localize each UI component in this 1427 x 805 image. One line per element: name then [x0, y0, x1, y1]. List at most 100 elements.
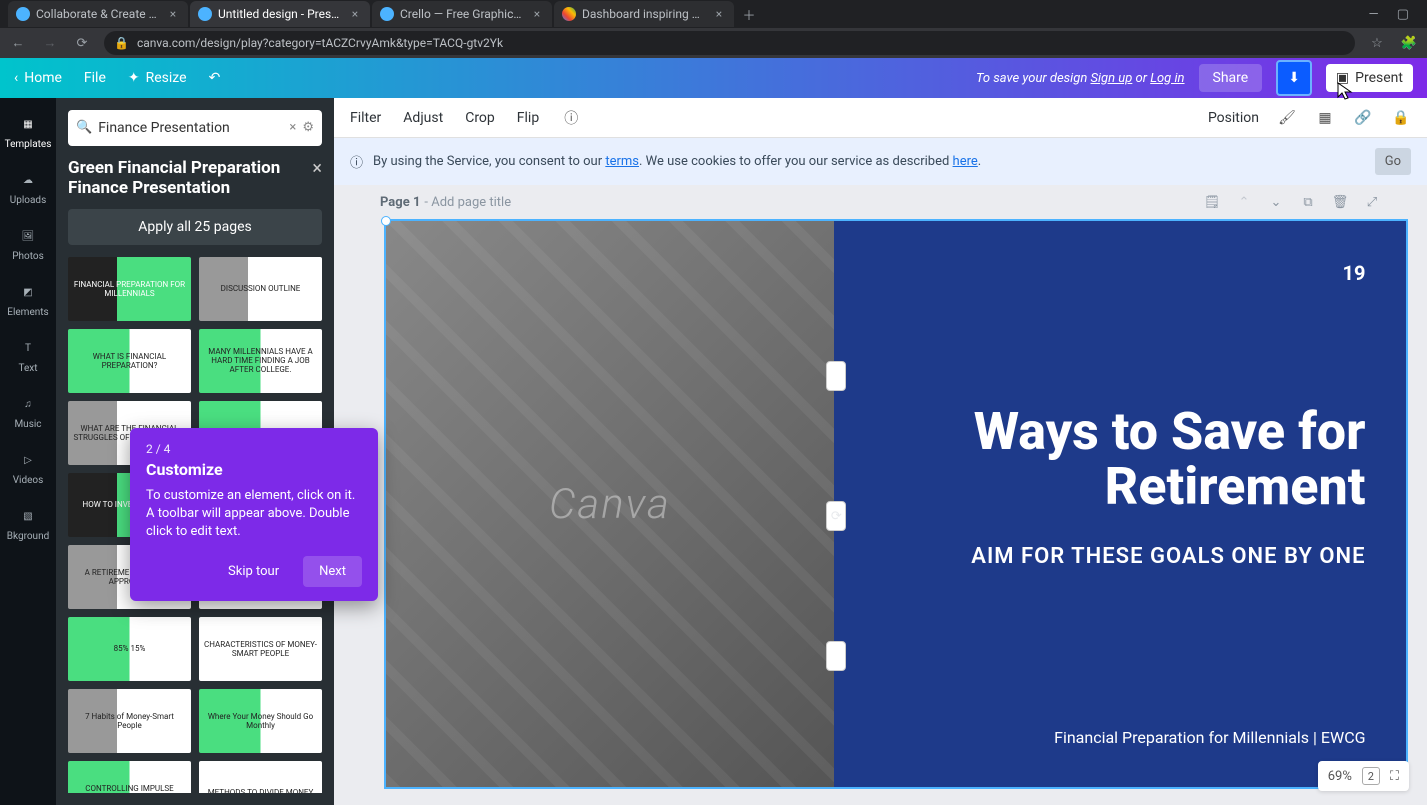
slide-image[interactable]: Canva — [386, 221, 835, 787]
template-thumb[interactable]: METHODS TO DIVIDE MONEY — [199, 761, 322, 793]
banner-dismiss[interactable]: Go — [1375, 148, 1411, 175]
file-button[interactable]: File — [84, 70, 106, 86]
clear-icon[interactable]: × — [289, 120, 296, 135]
tab-title: Untitled design - Presentation (1 — [218, 7, 342, 21]
notes-icon[interactable]: 🗒 — [1203, 193, 1221, 211]
browser-tab[interactable]: Crello — Free Graphic Design So × — [372, 1, 552, 27]
page-down-icon[interactable]: ⌄ — [1267, 193, 1285, 211]
present-button[interactable]: ▣ Present — [1326, 64, 1413, 92]
rail-elements[interactable]: ◩ Elements — [0, 274, 56, 326]
template-thumb[interactable]: MANY MILLENNIALS HAVE A HARD TIME FINDIN… — [199, 329, 322, 393]
save-prefix: To save your design — [976, 71, 1091, 86]
delete-icon[interactable]: 🗑 — [1331, 193, 1349, 211]
pages-count[interactable]: 2 — [1362, 767, 1380, 785]
template-thumb[interactable]: 7 Habits of Money-Smart People — [68, 689, 191, 753]
lock-icon[interactable]: 🔒 — [1391, 108, 1411, 128]
videos-icon: ▷ — [18, 451, 38, 471]
rail-photos[interactable]: 🖼 Photos — [0, 218, 56, 270]
search-input[interactable] — [98, 120, 283, 136]
template-thumb[interactable]: 85% 15% — [68, 617, 191, 681]
cookie-banner: ⓘ By using the Service, you consent to o… — [334, 138, 1427, 185]
close-icon[interactable]: × — [166, 7, 180, 21]
add-page-icon[interactable]: ⤢ — [1363, 193, 1381, 211]
template-thumb[interactable]: CONTROLLING IMPULSE PURCHASES — [68, 761, 191, 793]
bookmark-button[interactable]: ☆ — [1367, 33, 1387, 53]
resize-button[interactable]: ✦ Resize — [128, 70, 187, 86]
skip-tour-button[interactable]: Skip tour — [214, 556, 293, 587]
template-thumb[interactable]: CHARACTERISTICS OF MONEY-SMART PEOPLE — [199, 617, 322, 681]
login-link[interactable]: Log in — [1150, 71, 1184, 86]
browser-tab[interactable]: Dashboard inspiring designs - G × — [554, 1, 734, 27]
rail-label: Uploads — [10, 195, 46, 206]
magic-icon: ✦ — [128, 70, 140, 86]
template-title: Green Financial Preparation Finance Pres… — [68, 158, 312, 199]
new-tab-button[interactable]: ＋ — [736, 1, 762, 27]
slide[interactable]: Canva 19 Ways to Save for Retirement AIM… — [384, 219, 1408, 789]
url-bar[interactable]: 🔒 canva.com/design/play?category=tACZCrv… — [104, 31, 1355, 55]
signup-link[interactable]: Sign up — [1091, 71, 1133, 86]
close-icon[interactable]: × — [530, 7, 544, 21]
rail-label: Text — [18, 363, 37, 374]
crop-button[interactable]: Crop — [465, 110, 495, 126]
rail-text[interactable]: T Text — [0, 330, 56, 382]
transparency-icon[interactable]: ▦ — [1315, 108, 1335, 128]
slide-footer[interactable]: Financial Preparation for Millennials | … — [874, 728, 1365, 747]
rail-background[interactable]: ▧ Bkground — [0, 498, 56, 550]
close-icon[interactable]: × — [348, 7, 362, 21]
undo-button[interactable]: ↶ — [209, 70, 221, 86]
filter-icon[interactable]: ⚙ — [302, 120, 314, 135]
apply-all-button[interactable]: Apply all 25 pages — [68, 209, 322, 245]
template-thumb[interactable]: WHAT IS FINANCIAL PREPARATION? — [68, 329, 191, 393]
terms-link[interactable]: terms — [605, 154, 639, 169]
info-icon[interactable]: ⓘ — [561, 108, 581, 128]
close-icon[interactable]: × — [712, 7, 726, 21]
forward-button[interactable]: → — [40, 33, 60, 53]
edge-handle[interactable] — [826, 641, 846, 671]
position-button[interactable]: Position — [1208, 110, 1259, 126]
slide-text-panel[interactable]: 19 Ways to Save for Retirement AIM FOR T… — [834, 221, 1405, 787]
favicon-icon — [198, 7, 212, 21]
rail-label: Videos — [13, 475, 44, 486]
edge-handle[interactable] — [826, 361, 846, 391]
slide-subtitle[interactable]: AIM FOR THESE GOALS ONE BY ONE — [874, 544, 1365, 569]
zoom-value[interactable]: 69% — [1328, 769, 1352, 784]
page-hint[interactable]: - Add page title — [424, 195, 511, 210]
resize-handle[interactable] — [381, 216, 391, 226]
slide-title[interactable]: Ways to Save for Retirement — [874, 405, 1365, 514]
browser-tab[interactable]: Collaborate & Create Amazing G × — [8, 1, 188, 27]
banner-suffix: . — [978, 154, 981, 169]
rail-music[interactable]: ♫ Music — [0, 386, 56, 438]
banner-prefix: By using the Service, you consent to our — [373, 154, 605, 169]
download-button[interactable]: ⬇ — [1276, 60, 1312, 96]
adjust-button[interactable]: Adjust — [403, 110, 443, 126]
copy-style-icon[interactable]: 🖌 — [1277, 108, 1297, 128]
share-button[interactable]: Share — [1199, 64, 1263, 92]
duplicate-icon[interactable]: ⧉ — [1299, 193, 1317, 211]
background-icon: ▧ — [18, 507, 38, 527]
back-button[interactable]: ← — [8, 33, 28, 53]
maximize-icon[interactable]: ▢ — [1397, 7, 1409, 22]
fullscreen-icon[interactable]: ⛶ — [1390, 769, 1399, 784]
rail-videos[interactable]: ▷ Videos — [0, 442, 56, 494]
here-link[interactable]: here — [953, 154, 978, 169]
browser-tab[interactable]: Untitled design - Presentation (1 × — [190, 1, 370, 27]
template-thumb[interactable]: DISCUSSION OUTLINE — [199, 257, 322, 321]
rail-templates[interactable]: ▦ Templates — [0, 106, 56, 158]
next-button[interactable]: Next — [303, 556, 362, 587]
home-button[interactable]: ‹ Home — [14, 70, 62, 86]
extensions-button[interactable]: 🧩 — [1399, 33, 1419, 53]
close-icon[interactable]: × — [312, 158, 322, 179]
reload-button[interactable]: ⟳ — [72, 33, 92, 53]
page-up-icon[interactable]: ⌃ — [1235, 193, 1253, 211]
rail-uploads[interactable]: ☁ Uploads — [0, 162, 56, 214]
rotate-handle[interactable]: ⟳ — [826, 501, 846, 531]
link-icon[interactable]: 🔗 — [1353, 108, 1373, 128]
uploads-icon: ☁ — [18, 171, 38, 191]
minimize-icon[interactable]: — — [1369, 7, 1379, 22]
template-thumb[interactable]: FINANCIAL PREPARATION FOR MILLENNIALS — [68, 257, 191, 321]
save-reminder: To save your design Sign up or Log in — [976, 71, 1185, 86]
chevron-left-icon: ‹ — [14, 70, 18, 86]
flip-button[interactable]: Flip — [517, 110, 539, 126]
template-thumb[interactable]: Where Your Money Should Go Monthly — [199, 689, 322, 753]
filter-button[interactable]: Filter — [350, 110, 381, 126]
